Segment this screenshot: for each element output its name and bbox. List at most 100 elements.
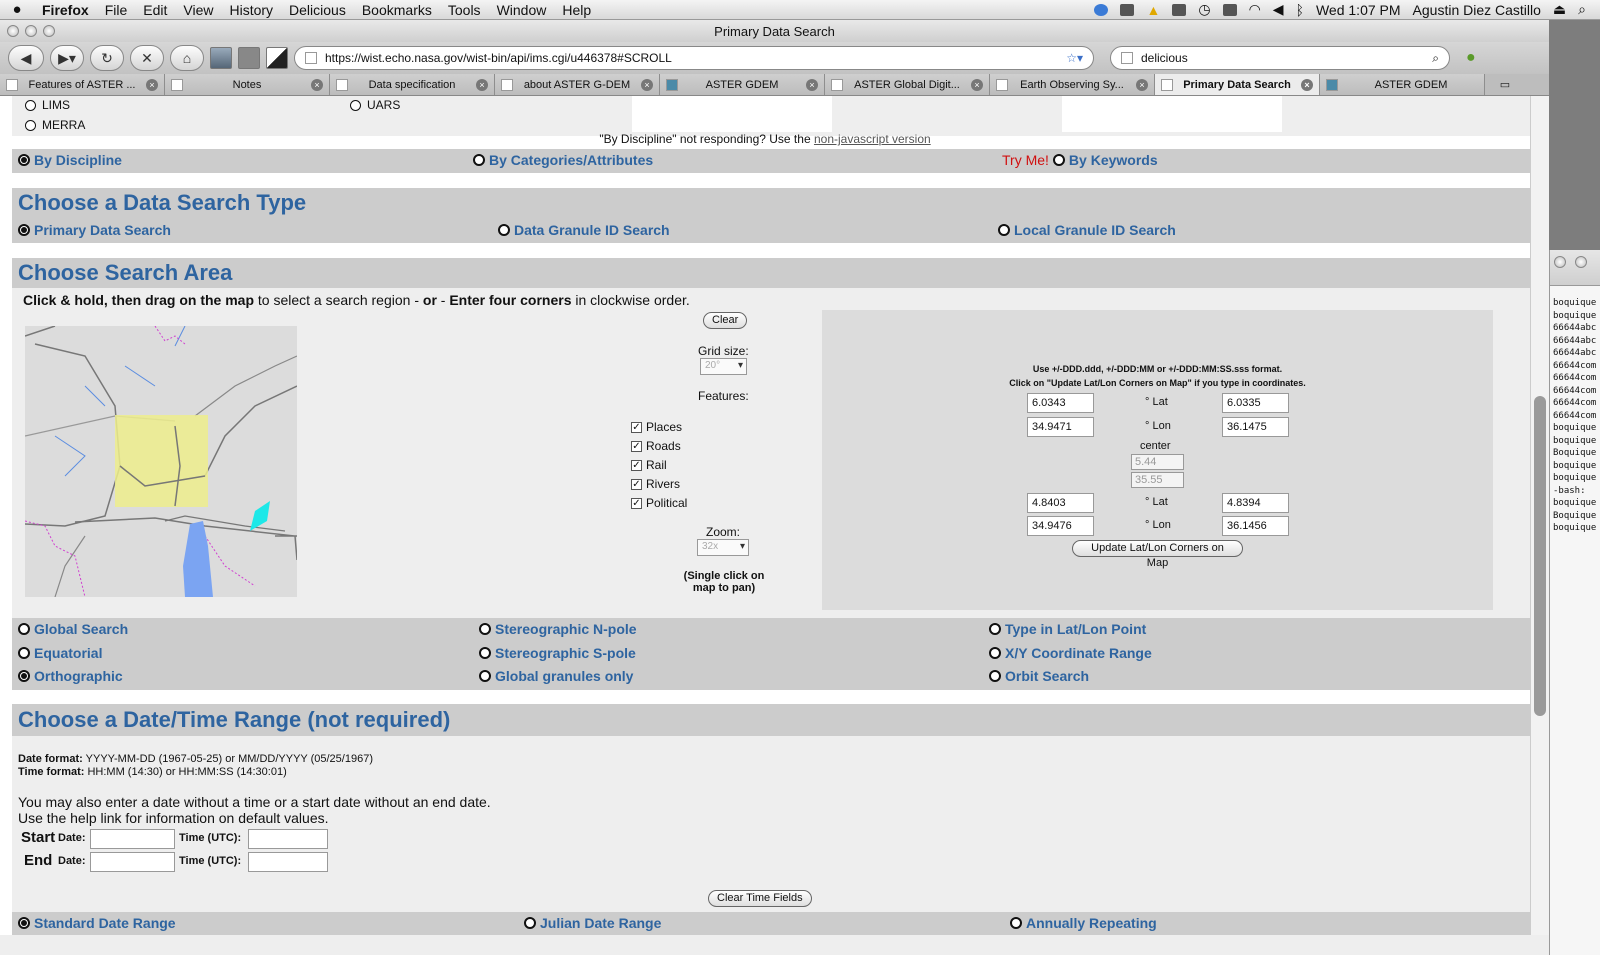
tag-icon[interactable] <box>238 47 260 69</box>
radio-icon[interactable] <box>1052 154 1065 166</box>
radio-icon[interactable] <box>998 224 1010 236</box>
option-primary-data-search[interactable]: Primary Data Search <box>18 222 171 238</box>
checkbox-checked-icon[interactable]: ✓ <box>631 478 642 490</box>
bookmark-toolbar-icon[interactable] <box>266 47 288 69</box>
non-javascript-link[interactable]: non-javascript version <box>814 132 931 146</box>
close-tab-icon[interactable]: × <box>641 78 653 91</box>
start-time-input[interactable] <box>248 829 328 849</box>
option-global-granules-only[interactable]: Global granules only <box>479 668 633 684</box>
volume-icon[interactable]: ◀ <box>1273 1 1284 18</box>
clock-text[interactable]: Wed 1:07 PM <box>1316 2 1401 18</box>
back-button[interactable]: ◀ <box>8 45 44 71</box>
scrollbar-thumb[interactable] <box>1534 396 1546 716</box>
radio-icon[interactable] <box>18 623 30 635</box>
menu-help[interactable]: Help <box>554 2 599 18</box>
spotlight-icon[interactable]: ⌕ <box>1578 1 1586 18</box>
option-equatorial[interactable]: Equatorial <box>18 645 102 661</box>
sw-lon-input[interactable]: 34.9476 <box>1027 516 1094 536</box>
tab-aster-gdem-2[interactable]: ASTER GDEM <box>1320 74 1485 95</box>
option-by-categories[interactable]: By Categories/Attributes <box>473 152 653 168</box>
radio-icon[interactable] <box>473 154 485 166</box>
tab-notes[interactable]: Notes × <box>165 74 330 95</box>
clock-icon[interactable]: ◷ <box>1198 1 1210 18</box>
se-lat-input[interactable]: 4.8394 <box>1222 493 1289 513</box>
list-item-uars[interactable]: UARS <box>350 98 400 112</box>
option-by-discipline[interactable]: By Discipline <box>18 152 122 168</box>
apple-icon[interactable]: ● <box>0 1 34 18</box>
spaces-icon[interactable] <box>1172 3 1187 16</box>
radio-icon[interactable] <box>479 623 491 635</box>
url-bar[interactable]: https://wist.echo.nasa.gov/wist-bin/api/… <box>294 46 1094 70</box>
reload-button[interactable]: ↻ <box>90 45 124 71</box>
menu-edit[interactable]: Edit <box>135 2 175 18</box>
radio-icon[interactable] <box>989 670 1001 682</box>
tab-data-specification[interactable]: Data specification × <box>330 74 495 95</box>
list-item-lims[interactable]: LIMS <box>25 98 70 112</box>
radio-icon[interactable] <box>479 647 491 659</box>
radio-icon[interactable] <box>479 670 491 682</box>
radio-icon[interactable] <box>25 119 36 131</box>
menu-delicious[interactable]: Delicious <box>281 2 354 18</box>
tab-list-icon[interactable]: ▭ <box>1485 74 1525 95</box>
tab-about-aster-gdem[interactable]: about ASTER G-DEM × <box>495 74 660 95</box>
option-orbit-search[interactable]: Orbit Search <box>989 668 1089 684</box>
radio-icon[interactable] <box>18 647 30 659</box>
option-by-keywords[interactable]: Try Me! By Keywords <box>1002 152 1158 168</box>
menu-tools[interactable]: Tools <box>440 2 489 18</box>
checkbox-checked-icon[interactable]: ✓ <box>631 459 642 471</box>
option-data-granule-id[interactable]: Data Granule ID Search <box>498 222 670 238</box>
option-xy-coordinate-range[interactable]: X/Y Coordinate Range <box>989 645 1152 661</box>
search-bar[interactable]: delicious ⌕ <box>1110 46 1450 70</box>
display-icon[interactable] <box>1222 3 1237 16</box>
ne-lat-input[interactable]: 6.0335 <box>1222 393 1289 413</box>
start-date-input[interactable] <box>90 829 175 849</box>
search-icon[interactable]: ⌕ <box>1432 51 1439 66</box>
tab-earth-observing[interactable]: Earth Observing Sy... × <box>990 74 1155 95</box>
delicious-icon[interactable] <box>210 47 232 69</box>
sync-icon[interactable] <box>1094 3 1109 16</box>
close-tab-icon[interactable]: × <box>1136 78 1148 91</box>
close-tab-icon[interactable]: × <box>146 78 158 91</box>
update-corners-button[interactable]: Update Lat/Lon Corners on Map <box>1072 540 1243 569</box>
menu-view[interactable]: View <box>175 2 221 18</box>
sw-lat-input[interactable]: 4.8403 <box>1027 493 1094 513</box>
menu-file[interactable]: File <box>97 2 136 18</box>
clear-time-fields-button[interactable]: Clear Time Fields <box>708 890 812 907</box>
close-tab-icon[interactable]: × <box>971 78 983 91</box>
map-selection-box[interactable] <box>115 415 208 507</box>
home-button[interactable]: ⌂ <box>170 45 204 71</box>
option-annually-repeating[interactable]: Annually Repeating <box>1010 915 1157 931</box>
feature-roads[interactable]: ✓ Roads <box>631 439 681 453</box>
menu-app[interactable]: Firefox <box>34 2 97 18</box>
search-input[interactable]: delicious <box>1141 51 1424 65</box>
nw-lat-input[interactable]: 6.0343 <box>1027 393 1094 413</box>
menu-bookmarks[interactable]: Bookmarks <box>354 2 440 18</box>
addon-icon[interactable]: ● <box>1466 49 1476 67</box>
close-tab-icon[interactable]: × <box>311 78 323 91</box>
tab-features-of-aster[interactable]: Features of ASTER ... × <box>0 74 165 95</box>
se-lon-input[interactable]: 36.1456 <box>1222 516 1289 536</box>
checkbox-checked-icon[interactable]: ✓ <box>631 497 642 509</box>
feature-rail[interactable]: ✓ Rail <box>631 458 667 472</box>
zoom-select[interactable]: 32x <box>697 539 749 556</box>
end-time-input[interactable] <box>248 852 328 872</box>
tab-aster-global-digital[interactable]: ASTER Global Digit... × <box>825 74 990 95</box>
user-name[interactable]: Agustin Diez Castillo <box>1413 2 1541 18</box>
terminal-window[interactable]: boquique boquique 66644abc 66644abc 6664… <box>1549 250 1600 955</box>
option-stereographic-n-pole[interactable]: Stereographic N-pole <box>479 621 637 637</box>
tab-aster-gdem[interactable]: ASTER GDEM × <box>660 74 825 95</box>
close-tab-icon[interactable]: × <box>1301 78 1313 91</box>
option-standard-date-range[interactable]: Standard Date Range <box>18 915 176 931</box>
option-lat-lon-point[interactable]: Type in Lat/Lon Point <box>989 621 1146 637</box>
end-date-input[interactable] <box>90 852 175 872</box>
menu-history[interactable]: History <box>221 2 281 18</box>
radio-icon[interactable] <box>1010 917 1022 929</box>
menu-window[interactable]: Window <box>489 2 555 18</box>
bluetooth-icon[interactable]: ᛒ <box>1296 2 1304 18</box>
list-item-merra[interactable]: MERRA <box>25 118 85 132</box>
option-stereographic-s-pole[interactable]: Stereographic S-pole <box>479 645 636 661</box>
center-lat-input[interactable]: 5.44 <box>1131 454 1184 470</box>
radio-icon[interactable] <box>989 623 1001 635</box>
checkbox-checked-icon[interactable]: ✓ <box>631 421 642 433</box>
clear-map-button[interactable]: Clear <box>703 312 748 329</box>
